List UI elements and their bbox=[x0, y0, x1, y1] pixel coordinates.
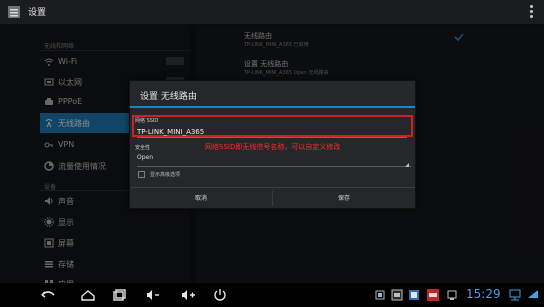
hotspot-config-dialog: 设置 无线路由 网络 SSID 网络SSID即无线信号名称，可以自定义修改 安全… bbox=[129, 80, 416, 209]
dialog-title-divider bbox=[130, 106, 415, 108]
overflow-menu-icon[interactable] bbox=[530, 5, 534, 19]
ssid-label: 网络 SSID bbox=[135, 118, 159, 124]
device-icon bbox=[447, 290, 457, 300]
dialog-button-bar: 取消 保存 bbox=[130, 187, 415, 209]
settings-screen: 设置 无线和网络 Wi-Fi 以太网 PPPoE 无线路由 VPN 流量使用情况… bbox=[0, 0, 544, 307]
back-icon[interactable] bbox=[40, 288, 56, 302]
signal-icon bbox=[528, 290, 538, 298]
app-title: 设置 bbox=[28, 8, 47, 18]
advanced-label: 显示高级选项 bbox=[150, 172, 181, 178]
market-app-icon bbox=[427, 289, 439, 301]
clock: 15:29 bbox=[466, 287, 501, 301]
checkbox[interactable] bbox=[138, 171, 145, 178]
cancel-button[interactable]: 取消 bbox=[130, 188, 272, 209]
recent-apps-icon[interactable] bbox=[112, 288, 128, 302]
dialog-title: 设置 无线路由 bbox=[140, 92, 197, 102]
settings-icon[interactable] bbox=[6, 4, 22, 20]
security-label: 安全性 bbox=[135, 145, 151, 151]
usb-icon bbox=[375, 290, 385, 300]
dropdown-arrow-icon bbox=[405, 163, 409, 167]
system-navigation-bar: 15:29 bbox=[0, 283, 544, 307]
home-icon[interactable] bbox=[80, 288, 96, 302]
notification-app-icon bbox=[409, 290, 419, 300]
volume-up-icon[interactable] bbox=[180, 288, 196, 302]
volume-down-icon[interactable] bbox=[145, 288, 161, 302]
power-icon[interactable] bbox=[212, 288, 228, 302]
screenshot-icon bbox=[391, 289, 403, 301]
network-icon bbox=[509, 289, 521, 301]
ssid-input[interactable] bbox=[137, 127, 407, 138]
security-select[interactable]: Open bbox=[137, 154, 411, 167]
annotation-text: 网络SSID即无线信号名称，可以自定义修改 bbox=[205, 143, 341, 151]
save-button[interactable]: 保存 bbox=[273, 188, 415, 209]
security-value: Open bbox=[137, 154, 154, 161]
action-bar: 设置 bbox=[0, 0, 544, 25]
